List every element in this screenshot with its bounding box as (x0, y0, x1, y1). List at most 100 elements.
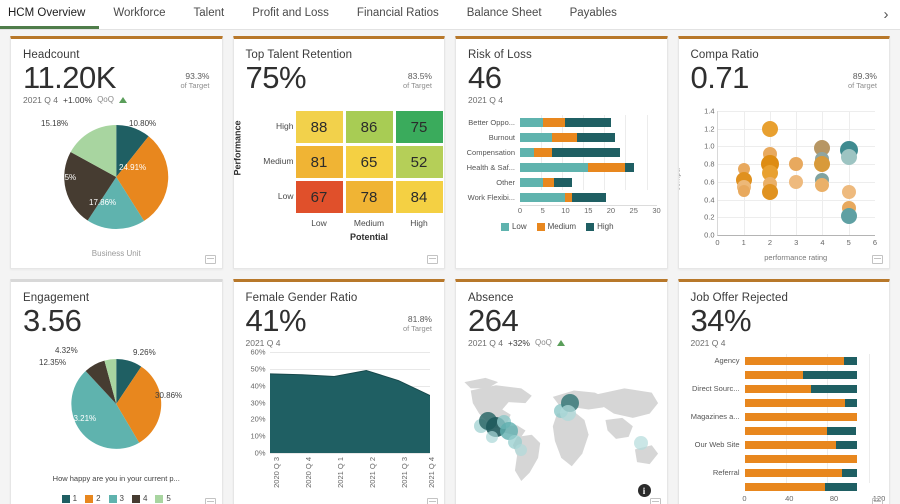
expand-card-icon[interactable] (427, 498, 438, 504)
scatter-point[interactable] (789, 175, 803, 189)
scatter-point[interactable] (762, 184, 778, 200)
map-bubble[interactable] (634, 436, 648, 450)
target-percent: 81.8% (403, 314, 432, 324)
tab-label: Profit and Loss (252, 7, 329, 19)
scatter-point[interactable] (815, 178, 829, 192)
card-job-offer-rejected[interactable]: Job Offer Rejected 34% 2021 Q 4 Agency (678, 279, 891, 504)
legend-item-medium[interactable]: Medium (537, 222, 576, 231)
hbar-label: Our Web Site (679, 440, 745, 449)
legend-item-4[interactable]: 4 (132, 494, 147, 503)
bar-row[interactable]: Other (458, 175, 657, 189)
legend-item-3[interactable]: 3 (109, 494, 124, 503)
expand-card-icon[interactable] (205, 498, 216, 504)
bar-row[interactable]: Better Oppo... (458, 115, 657, 129)
heatmap-cell[interactable]: 67 (296, 181, 343, 213)
hbar-row[interactable] (679, 480, 880, 493)
heatmap-cell[interactable]: 86 (346, 111, 393, 143)
expand-card-icon[interactable] (650, 498, 661, 504)
female-ratio-area-chart[interactable]: 60% 50% 40% 30% 20% 10% 0% 2020 Q 3 2020… (234, 348, 445, 504)
scatter-point[interactable] (814, 156, 830, 172)
headcount-pie-chart[interactable]: 10.80% 24.91% 17.86% 31.25% 15.18% Busin… (11, 111, 222, 268)
hbar-row[interactable] (679, 396, 880, 409)
expand-card-icon[interactable] (872, 255, 883, 264)
legend-item-1[interactable]: 1 (62, 494, 77, 503)
scatter-point[interactable] (762, 121, 778, 137)
kpi-subline: 2021 Q 4 +1.00% QoQ (23, 95, 180, 105)
tab-workforce[interactable]: Workforce (99, 0, 179, 29)
legend-item-high[interactable]: High (586, 222, 613, 231)
heatmap-cell[interactable]: 52 (396, 146, 443, 178)
card-female-gender-ratio[interactable]: Female Gender Ratio 41% 2021 Q 4 81.8% o… (233, 279, 446, 504)
pie-label-4: 12.35% (39, 358, 66, 367)
card-engagement[interactable]: Engagement 3.56 9.26% 30.86% (10, 279, 223, 504)
tab-balance-sheet[interactable]: Balance Sheet (453, 0, 556, 29)
scatter-y-tick: 1.2 (704, 124, 714, 133)
legend-item-2[interactable]: 2 (85, 494, 100, 503)
card-top-talent-retention[interactable]: Top Talent Retention 75% 83.5% of Target… (233, 36, 446, 269)
map-bubble[interactable] (515, 444, 527, 456)
heatmap-row-label-high: High (254, 121, 294, 131)
absence-map-chart[interactable]: i (456, 350, 667, 504)
pie-svg (11, 115, 222, 243)
job-offer-bar-chart[interactable]: Agency Direct Sourc (679, 354, 890, 504)
tab-payables[interactable]: Payables (556, 0, 631, 29)
hbar-row[interactable]: Direct Sourc... (679, 382, 880, 395)
hbar-track (745, 385, 880, 393)
scatter-point[interactable] (738, 185, 750, 197)
pie-label-3: 17.86% (89, 198, 116, 207)
legend-item-5[interactable]: 5 (155, 494, 170, 503)
hbar-row[interactable]: Agency (679, 354, 880, 367)
card-headcount[interactable]: Headcount 11.20K 2021 Q 4 +1.00% QoQ 93.… (10, 36, 223, 269)
nine-box-heatmap[interactable]: Performance High Medium Low 88 86 75 81 … (234, 105, 445, 268)
world-map[interactable]: i (456, 350, 667, 504)
heatmap-cell[interactable]: 81 (296, 146, 343, 178)
card-absence[interactable]: Absence 264 2021 Q 4 +32% QoQ (455, 279, 668, 504)
heatmap-cell[interactable]: 65 (346, 146, 393, 178)
heatmap-cell[interactable]: 84 (396, 181, 443, 213)
map-bubble[interactable] (486, 431, 498, 443)
bar-segment-low (520, 178, 543, 187)
hbar-row[interactable] (679, 452, 880, 465)
hbar-row[interactable]: Referral (679, 466, 880, 479)
hbar-row[interactable] (679, 368, 880, 381)
compa-ratio-scatter-chart[interactable]: compa 1.4 1.2 1.0 0.8 0.6 0.4 0.2 0.0 0 (679, 107, 890, 268)
heatmap-cell[interactable]: 88 (296, 111, 343, 143)
bar-row[interactable]: Compensation (458, 145, 657, 159)
pie-label-1: 10.80% (129, 119, 156, 128)
hbar-track (745, 483, 880, 491)
scatter-point[interactable] (841, 208, 857, 224)
bar-label: Burnout (458, 133, 520, 142)
bar-row[interactable]: Health & Saf... (458, 160, 657, 174)
hbar-row[interactable]: Our Web Site (679, 438, 880, 451)
tab-talent[interactable]: Talent (180, 0, 239, 29)
scatter-point[interactable] (841, 149, 857, 165)
expand-card-icon[interactable] (872, 498, 883, 504)
info-icon[interactable]: i (638, 484, 651, 497)
area-y-tick: 20% (250, 415, 265, 424)
chevron-right-icon[interactable]: › (872, 0, 900, 29)
hbar-track (745, 399, 880, 407)
hbar-row[interactable] (679, 424, 880, 437)
card-compa-ratio[interactable]: Compa Ratio 0.71 89.3% of Target compa 1… (678, 36, 891, 269)
heatmap-cell[interactable]: 78 (346, 181, 393, 213)
expand-card-icon[interactable] (427, 255, 438, 264)
kpi-value: 264 (468, 304, 655, 339)
tab-financial-ratios[interactable]: Financial Ratios (343, 0, 453, 29)
expand-card-icon[interactable] (205, 255, 216, 264)
tab-profit-and-loss[interactable]: Profit and Loss (238, 0, 343, 29)
map-bubble[interactable] (560, 405, 576, 421)
tab-hcm-overview[interactable]: HCM Overview (0, 0, 99, 29)
scatter-point[interactable] (842, 185, 856, 199)
risk-of-loss-bar-chart[interactable]: Better Oppo... Burnout (456, 113, 667, 268)
engagement-pie-chart[interactable]: 9.26% 30.86% 43.21% 12.35% 4.32% How hap… (11, 344, 222, 504)
card-risk-of-loss[interactable]: Risk of Loss 46 2021 Q 4 Bett (455, 36, 668, 269)
axis-tick: 0 (742, 494, 746, 503)
bar-row[interactable]: Work Flexibi... (458, 190, 657, 204)
scatter-y-tick: 0.4 (704, 195, 714, 204)
hbar-row[interactable]: Magazines a... (679, 410, 880, 423)
legend-item-low[interactable]: Low (501, 222, 527, 231)
heatmap-cell[interactable]: 75 (396, 111, 443, 143)
bar-row[interactable]: Burnout (458, 130, 657, 144)
scatter-point[interactable] (789, 157, 803, 171)
kpi-period: 2021 Q 4 (691, 338, 726, 348)
